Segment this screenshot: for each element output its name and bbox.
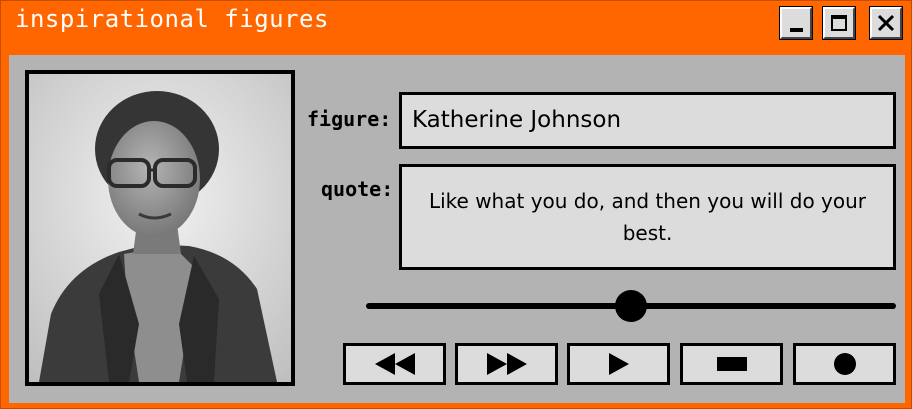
- stop-icon: [716, 357, 747, 371]
- figure-value: Katherine Johnson: [412, 107, 622, 133]
- maximize-icon: [831, 15, 847, 31]
- rewind-button[interactable]: [343, 343, 446, 385]
- window-title: inspirational figures: [15, 5, 329, 33]
- figure-field[interactable]: Katherine Johnson: [399, 92, 896, 149]
- maximize-button[interactable]: [822, 6, 856, 40]
- content-panel: figure: Katherine Johnson quote: Like wh…: [9, 55, 905, 403]
- close-button[interactable]: [869, 6, 903, 40]
- app-window: inspirational figures figure: Katherine …: [0, 0, 912, 409]
- minimize-button[interactable]: [779, 6, 813, 40]
- fast-forward-button[interactable]: [455, 343, 558, 385]
- close-icon: [877, 14, 895, 32]
- slider-handle[interactable]: [615, 290, 647, 322]
- quote-field[interactable]: Like what you do, and then you will do y…: [399, 164, 896, 270]
- play-icon: [608, 353, 629, 375]
- quote-label: quote:: [321, 177, 394, 201]
- portrait-image: [29, 74, 291, 382]
- figure-label: figure:: [307, 107, 392, 131]
- record-button[interactable]: [793, 343, 896, 385]
- quote-value: Like what you do, and then you will do y…: [428, 189, 867, 245]
- title-bar[interactable]: inspirational figures: [1, 1, 912, 45]
- record-icon: [833, 353, 856, 375]
- fast-forward-icon: [486, 353, 527, 375]
- minimize-icon: [789, 28, 803, 32]
- rewind-icon: [374, 353, 415, 375]
- stop-button[interactable]: [680, 343, 783, 385]
- portrait-photo: [25, 70, 295, 386]
- play-button[interactable]: [567, 343, 670, 385]
